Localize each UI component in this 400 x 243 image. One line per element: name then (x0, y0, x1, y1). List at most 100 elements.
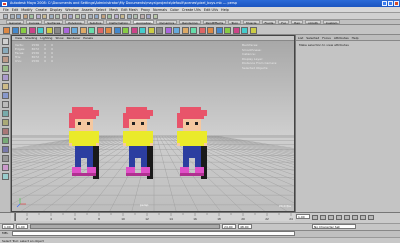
status-line-button[interactable] (107, 14, 112, 19)
viewport-menu-renderer[interactable]: Renderer (67, 36, 81, 41)
status-line-button[interactable] (126, 14, 132, 19)
shelf-tool-icon[interactable] (79, 26, 87, 34)
shelf-tool-icon[interactable] (62, 26, 70, 34)
shelf-tool-icon[interactable] (215, 26, 223, 34)
shelf-tab-dynamics[interactable]: Dynamics (156, 20, 178, 24)
shelf-tool-icon[interactable] (88, 26, 95, 34)
shelf-tool-icon[interactable] (11, 26, 19, 34)
shelf-tool-icon[interactable] (20, 26, 27, 34)
status-line-button[interactable] (55, 14, 60, 19)
toolbox-tool-icon[interactable] (2, 155, 9, 162)
menu-modify[interactable]: Modify (21, 7, 32, 12)
shelf-tool-icon[interactable] (156, 26, 163, 34)
time-slider-ticks[interactable]: 124681012141618202224 (11, 213, 295, 221)
menu-normals[interactable]: Normals (153, 7, 167, 12)
playback-control-icon[interactable] (360, 215, 366, 220)
toolbox-tool-icon[interactable] (2, 56, 9, 63)
status-line-button[interactable] (81, 14, 86, 19)
status-line-button[interactable] (74, 14, 80, 19)
end-frame-field[interactable]: 48.00 (238, 224, 252, 229)
status-line-button[interactable] (120, 14, 125, 19)
status-line-button[interactable] (152, 14, 158, 19)
toolbox-tool-icon[interactable] (2, 74, 9, 81)
menu-proxy[interactable]: Proxy (141, 7, 150, 12)
shelf-tab-deformation[interactable]: Deformation (106, 20, 132, 24)
shelf-tool-icon[interactable] (181, 26, 189, 34)
shelf-tab-animation[interactable]: Animation (133, 20, 155, 24)
close-icon[interactable] (394, 1, 399, 6)
toolbox-tool-icon[interactable] (2, 92, 9, 99)
toolbox-tool-icon[interactable] (2, 110, 9, 117)
range-slider-track[interactable] (30, 224, 220, 229)
viewport-menu-show[interactable]: Show (55, 36, 63, 41)
playback-control-icon[interactable] (368, 215, 374, 220)
shelf-tab-hair[interactable]: Hair (290, 20, 304, 24)
range-start-field[interactable]: 1.00 (16, 224, 28, 229)
range-end-field[interactable]: 24.00 (222, 224, 236, 229)
toolbox-tool-icon[interactable] (2, 146, 9, 153)
viewport-menu-shading[interactable]: Shading (25, 36, 37, 41)
menu-edit[interactable]: Edit (12, 7, 19, 12)
shelf-tool-icon[interactable] (54, 26, 61, 34)
toolbox-tool-icon[interactable] (2, 164, 9, 171)
attr-menu-focus[interactable]: Focus (322, 35, 331, 41)
menu-select[interactable]: Select (96, 7, 106, 12)
shelf-tool-icon[interactable] (37, 26, 44, 34)
status-line-button[interactable] (29, 14, 34, 19)
playback-control-icon[interactable] (344, 215, 350, 220)
toolbox-tool-icon[interactable] (2, 137, 9, 144)
shelf-tool-icon[interactable] (139, 26, 146, 34)
shelf-tab-custom[interactable]: Custom (322, 20, 341, 24)
menu-edit-mesh[interactable]: Edit Mesh (121, 7, 138, 12)
playback-control-icon[interactable] (320, 215, 326, 220)
attr-menu-help[interactable]: Help (352, 35, 359, 41)
status-line-button[interactable] (133, 14, 138, 19)
shelf-tab-surfaces[interactable]: Surfaces (44, 20, 64, 24)
status-line-button[interactable] (94, 14, 99, 19)
menu-create-uvs[interactable]: Create UVs (182, 7, 201, 12)
shelf-tab-muscle[interactable]: Muscle (243, 20, 260, 24)
toolbox-tool-icon[interactable] (2, 83, 9, 90)
status-line-button[interactable] (146, 14, 151, 19)
shelf-tool-icon[interactable] (249, 26, 257, 34)
toolbox-tool-icon[interactable] (2, 65, 9, 72)
shelf-tab-curves[interactable]: Curves (25, 20, 43, 24)
current-time-indicator[interactable] (14, 213, 16, 221)
shelf-tool-icon[interactable] (71, 26, 78, 34)
status-line-button[interactable] (35, 14, 41, 19)
shelf-tool-icon[interactable] (96, 26, 104, 34)
shelf-tool-icon[interactable] (232, 26, 240, 34)
menu-color[interactable]: Color (170, 7, 179, 12)
maximize-icon[interactable] (388, 1, 393, 6)
shelf-tab-ncloth[interactable]: nCloth (305, 20, 321, 24)
minimize-icon[interactable] (382, 1, 387, 6)
shelf-tool-icon[interactable] (3, 26, 10, 34)
shelf-tab-painteffects[interactable]: PaintEffects (202, 20, 227, 24)
shelf-tab-rendering[interactable]: Rendering (179, 20, 201, 24)
status-line-button[interactable] (48, 14, 54, 19)
toolbox-tool-icon[interactable] (2, 101, 9, 108)
playback-control-icon[interactable] (312, 215, 318, 220)
toolbox-tool-icon[interactable] (2, 38, 9, 45)
menu-display[interactable]: Display (50, 7, 63, 12)
menu-window[interactable]: Window (65, 7, 78, 12)
shelf-tool-icon[interactable] (122, 26, 129, 34)
status-line-button[interactable] (16, 14, 21, 19)
command-input[interactable] (12, 231, 295, 236)
status-line-button[interactable] (22, 14, 28, 19)
persp-viewport[interactable]: View Shading Lighting Show Renderer Panels Ve… (11, 35, 295, 212)
shelf-tool-icon[interactable] (198, 26, 206, 34)
shelf-tool-icon[interactable] (207, 26, 214, 34)
status-line-button[interactable] (68, 14, 73, 19)
shelf-tool-icon[interactable] (224, 26, 231, 34)
toolbox-tool-icon[interactable] (2, 128, 9, 135)
shelf-tab-fluids[interactable]: Fluids (261, 20, 277, 24)
menu-create[interactable]: Create (36, 7, 47, 12)
attr-menu-selected[interactable]: Selected (306, 35, 319, 41)
toolbox-tool-icon[interactable] (2, 173, 9, 180)
playback-control-icon[interactable] (328, 215, 334, 220)
start-frame-field[interactable]: 1.00 (2, 224, 14, 229)
menu-edit-uvs[interactable]: Edit UVs (204, 7, 218, 12)
status-line-button[interactable] (113, 14, 119, 19)
status-line-button[interactable] (42, 14, 47, 19)
